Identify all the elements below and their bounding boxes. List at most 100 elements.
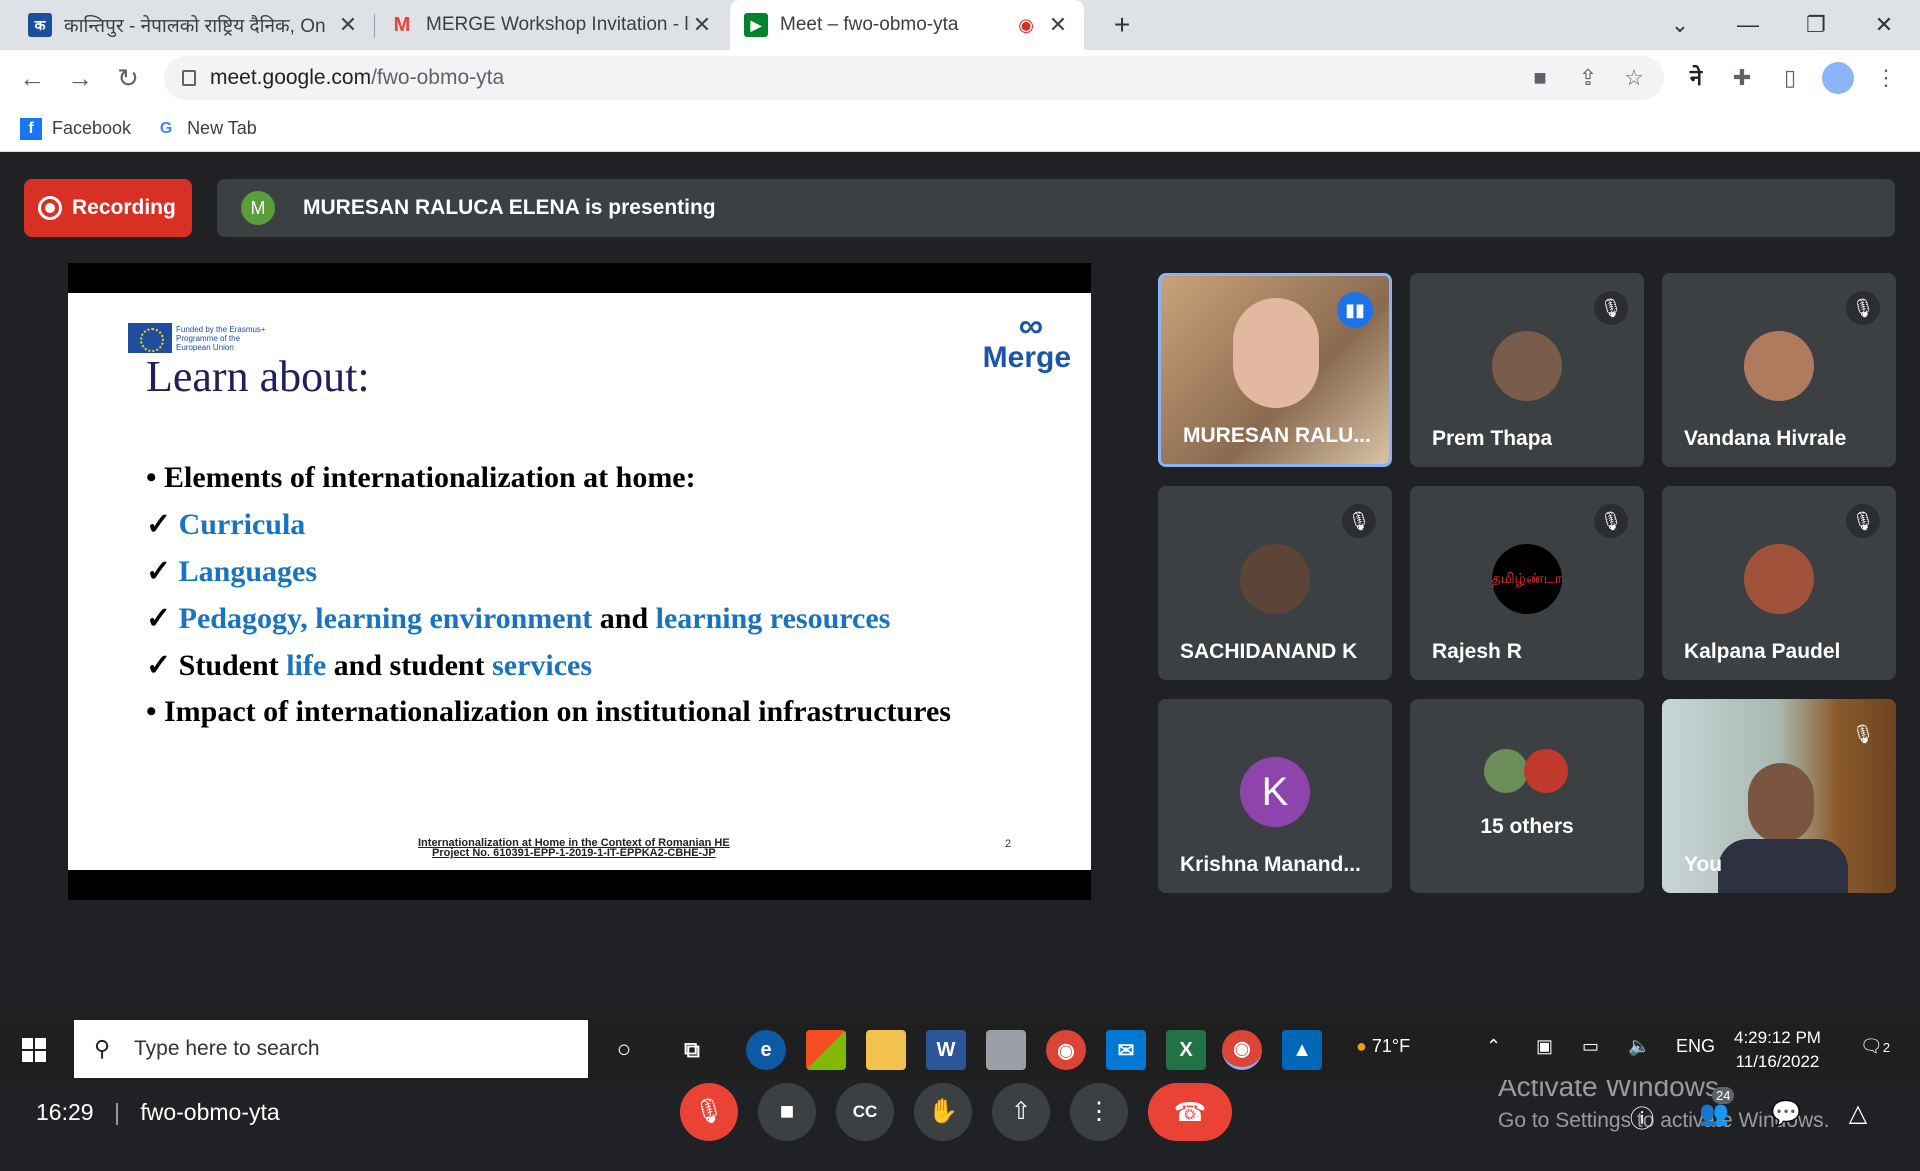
slide: Funded by the Erasmus+ Programme of the … (68, 293, 1091, 870)
info-icon[interactable]: ⓘ (1622, 1099, 1662, 1139)
people-button[interactable]: 👥 24 (1694, 1087, 1735, 1139)
back-icon[interactable]: ← (14, 60, 50, 96)
input-language[interactable]: ENG (1676, 1036, 1715, 1057)
tab-search-icon[interactable]: ⌄ (1660, 8, 1700, 42)
participant-tile[interactable]: 🎙 Prem Thapa (1410, 273, 1644, 467)
edge-icon[interactable]: e (746, 1030, 786, 1070)
raise-hand-button[interactable]: ✋ (914, 1083, 972, 1141)
new-tab-button[interactable]: + (1102, 8, 1142, 42)
profile-avatar[interactable] (1822, 62, 1854, 94)
address-bar[interactable]: meet.google.com/fwo-obmo-yta (164, 56, 1664, 100)
recording-label: Recording (72, 196, 176, 219)
task-view-icon[interactable]: ⧉ (672, 1030, 712, 1070)
participant-name: Prem Thapa (1432, 427, 1553, 450)
mic-toggle-button[interactable]: 🎙 (680, 1083, 738, 1141)
leave-call-button[interactable]: ☎ (1148, 1083, 1232, 1141)
excel-icon[interactable]: X (1166, 1030, 1206, 1070)
participant-name: Rajesh R (1432, 640, 1522, 663)
menu-icon[interactable]: ⋮ (1870, 62, 1902, 94)
bookmark-star-icon[interactable]: ☆ (1618, 62, 1650, 94)
bookmark-facebook[interactable]: f Facebook (20, 117, 131, 140)
more-options-button[interactable]: ⋮ (1070, 1083, 1128, 1141)
avatar: தமிழ்ண்டா (1492, 544, 1562, 614)
people-count: 24 (1712, 1087, 1735, 1104)
minimize-button[interactable]: — (1728, 8, 1768, 42)
meeting-info: 16:29 | fwo-obmo-yta (36, 1099, 280, 1125)
camera-icon[interactable]: ■ (1524, 62, 1556, 94)
share-icon[interactable]: ⇪ (1572, 62, 1604, 94)
windows-start-icon[interactable] (22, 1038, 46, 1062)
reload-icon[interactable]: ↻ (110, 60, 146, 96)
check-icon: ✓ (146, 555, 172, 588)
participant-tile[interactable]: 🎙 Kalpana Paudel (1662, 486, 1896, 680)
word-icon[interactable]: W (926, 1030, 966, 1070)
mic-off-icon: 🎙 (1846, 504, 1880, 538)
activities-icon[interactable]: △ (1838, 1099, 1878, 1139)
restore-button[interactable]: ❐ (1796, 8, 1836, 42)
participant-tile[interactable]: 🎙 Vandana Hivrale (1662, 273, 1896, 467)
captions-button[interactable]: CC (836, 1083, 894, 1141)
others-tile[interactable]: 15 others (1410, 699, 1644, 893)
system-time: 4:29:12 PM (1734, 1028, 1821, 1047)
scanner-icon[interactable] (986, 1030, 1026, 1070)
chrome-active-icon[interactable]: ◉ (1222, 1030, 1262, 1070)
slide-text: Student (178, 649, 287, 682)
participant-tile[interactable]: K Krishna Manand... (1158, 699, 1392, 893)
participant-tile[interactable]: 🎙 தமிழ்ண்டா Rajesh R (1410, 486, 1644, 680)
check-icon: ✓ (146, 602, 172, 635)
meet-icon: ▶ (744, 13, 768, 37)
side-panel-icon[interactable]: ▯ (1774, 62, 1806, 94)
recording-badge[interactable]: Recording (24, 179, 192, 237)
chat-icon[interactable]: 💬 (1766, 1099, 1806, 1139)
close-icon[interactable]: ✕ (1046, 12, 1070, 38)
slide-bullet: • Impact of internationalization on inst… (146, 695, 951, 728)
google-icon: G (159, 119, 173, 137)
weather-widget[interactable]: ● 71°F (1356, 1036, 1410, 1057)
network-icon[interactable]: ▣ (1536, 1036, 1553, 1057)
tray-overflow-icon[interactable]: ⌃ (1486, 1036, 1501, 1057)
presentation-view[interactable]: Funded by the Erasmus+ Programme of the … (68, 263, 1091, 900)
merge-logo: ∞ Merge (983, 307, 1071, 375)
eu-flag-icon (128, 323, 172, 353)
sun-icon: ● (1356, 1036, 1367, 1056)
bookmarks-bar: f Facebook G New Tab (0, 106, 1920, 152)
battery-icon[interactable]: ▭ (1582, 1036, 1599, 1057)
slide-title: Learn about: (146, 352, 370, 401)
tab-gmail[interactable]: M MERGE Workshop Invitation - lila ✕ (376, 0, 728, 50)
mail-icon[interactable]: ✉ (1106, 1030, 1146, 1070)
participant-tile[interactable]: ▮▮ MURESAN RALU... (1158, 273, 1392, 467)
chrome-icon[interactable]: ◉ (1046, 1030, 1086, 1070)
bookmark-new-tab[interactable]: G New Tab (155, 118, 257, 140)
infinity-icon: ∞ (1018, 307, 1043, 345)
notifications-icon[interactable]: 🗨2 (1860, 1036, 1890, 1057)
volume-icon[interactable]: 🔈 (1628, 1036, 1650, 1057)
slide-item: Pedagogy, learning environment (178, 602, 593, 635)
browser-toolbar: ← → ↻ meet.google.com/fwo-obmo-yta ■ ⇪ ☆… (0, 50, 1920, 106)
participant-tile[interactable]: 🎙 SACHIDANAND K (1158, 486, 1392, 680)
forward-icon[interactable]: → (62, 60, 98, 96)
weather-temp: 71°F (1371, 1036, 1411, 1056)
extension-nepali-icon[interactable]: ने (1680, 62, 1712, 94)
file-explorer-icon[interactable] (866, 1030, 906, 1070)
present-screen-button[interactable]: ⇧ (992, 1083, 1050, 1141)
taskbar-search[interactable]: ⚲ Type here to search (74, 1020, 588, 1078)
cortana-icon[interactable]: ○ (604, 1030, 644, 1070)
avatar (1484, 749, 1528, 793)
search-placeholder: Type here to search (134, 1037, 320, 1060)
tab-kantipur[interactable]: क कान्तिपुर - नेपालको राष्ट्रिय दैनिक, O… (14, 0, 374, 50)
system-clock[interactable]: 4:29:12 PM 11/16/2022 (1734, 1026, 1821, 1074)
close-icon[interactable]: ✕ (336, 12, 360, 38)
close-window-button[interactable]: ✕ (1864, 8, 1904, 42)
avatar (1744, 544, 1814, 614)
camera-toggle-button[interactable]: ■ (758, 1083, 816, 1141)
self-tile[interactable]: 🎙 You (1662, 699, 1896, 893)
photos-icon[interactable]: ▲ (1282, 1030, 1322, 1070)
close-icon[interactable]: ✕ (690, 12, 714, 38)
eu-text: Funded by the Erasmus+ Programme of the … (176, 324, 266, 352)
clock: 16:29 (36, 1099, 94, 1125)
extensions-icon[interactable]: ✚ (1726, 62, 1758, 94)
facebook-icon: f (20, 117, 42, 140)
store-icon[interactable] (806, 1030, 846, 1070)
tab-meet[interactable]: ▶ Meet – fwo-obmo-yta ◉ ✕ (730, 0, 1084, 50)
meeting-code: fwo-obmo-yta (140, 1099, 280, 1125)
